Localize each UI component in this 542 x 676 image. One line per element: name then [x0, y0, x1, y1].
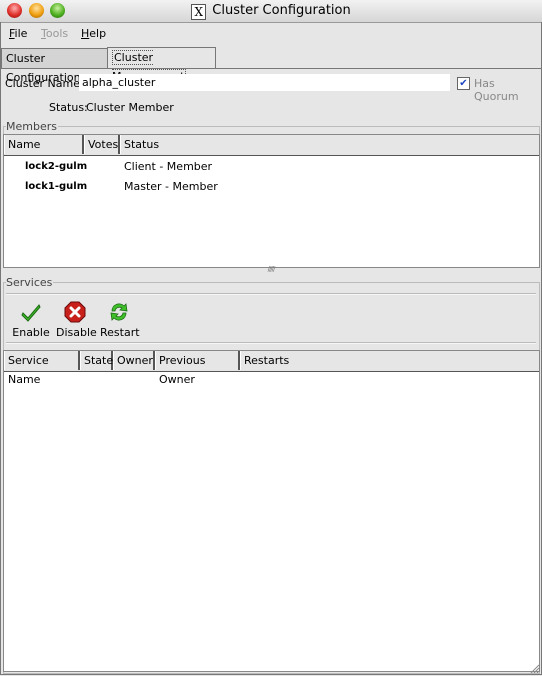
members-table: Name Votes Status lock2-gulm Client - Me…	[3, 134, 540, 268]
title-bar: X Cluster Configuration	[0, 0, 542, 23]
members-table-header: Name Votes Status	[4, 135, 539, 156]
toolbar-top-separator	[6, 293, 536, 295]
resize-grip-icon[interactable]	[528, 662, 540, 674]
column-header-state[interactable]: State	[80, 351, 113, 370]
menu-tools[interactable]: Tools	[41, 27, 68, 40]
services-group-label: Services	[6, 276, 54, 289]
member-name: lock1-gulm	[25, 181, 88, 192]
tab-cluster-configuration[interactable]: Cluster Configuration	[1, 48, 109, 84]
tab-cluster-management[interactable]: Cluster Management	[107, 47, 216, 84]
has-quorum-checkbox[interactable]: ✔	[457, 77, 470, 90]
column-header-owner[interactable]: Owner	[113, 351, 155, 370]
restart-label: Restart	[100, 326, 140, 339]
restart-button[interactable]: Restart	[100, 301, 140, 339]
tab-bar: Cluster Configuration Cluster Management	[0, 46, 542, 84]
menu-bar: File Tools Help	[0, 23, 542, 45]
column-header-previous-owner[interactable]: Previous Owner	[155, 351, 240, 386]
member-status: Client - Member	[124, 160, 213, 173]
cluster-name-label: Cluster Name:	[5, 77, 84, 90]
x11-icon: X	[191, 4, 207, 20]
column-header-service-name[interactable]: Service Name	[4, 351, 80, 386]
check-icon	[21, 304, 41, 322]
services-table: Service Name State Owner Previous Owner …	[3, 350, 540, 672]
status-value: Cluster Member	[86, 101, 174, 114]
menu-help-label: elp	[89, 27, 107, 40]
status-label: Status:	[49, 101, 88, 114]
menu-file-label: ile	[14, 27, 28, 40]
cluster-name-field[interactable]: alpha_cluster	[79, 74, 450, 91]
column-header-restarts[interactable]: Restarts	[240, 351, 539, 370]
window-title: X Cluster Configuration	[0, 3, 542, 20]
member-status: Master - Member	[124, 180, 218, 193]
member-name: lock2-gulm	[25, 161, 88, 172]
column-header-name[interactable]: Name	[4, 135, 84, 154]
disable-label: Disable	[56, 326, 97, 339]
disable-button[interactable]: Disable	[56, 301, 97, 339]
services-table-header: Service Name State Owner Previous Owner …	[4, 351, 539, 386]
column-header-status[interactable]: Status	[120, 135, 539, 154]
enable-label: Enable	[12, 326, 50, 339]
window-title-text: Cluster Configuration	[212, 3, 351, 18]
toolbar-bottom-separator	[6, 342, 536, 344]
enable-button[interactable]: Enable	[12, 301, 50, 339]
menu-help[interactable]: Help	[81, 27, 106, 40]
tab-divider	[0, 68, 542, 69]
has-quorum-label: Has Quorum	[474, 77, 519, 103]
column-header-votes[interactable]: Votes	[84, 135, 120, 154]
split-pane-divider[interactable]: /////	[3, 266, 539, 273]
table-row[interactable]: lock1-gulm Master - Member	[4, 177, 539, 197]
members-group-label: Members	[6, 120, 58, 133]
restart-icon	[110, 303, 128, 321]
table-row[interactable]: lock2-gulm Client - Member	[4, 157, 539, 177]
menu-file[interactable]: File	[9, 27, 27, 40]
stop-icon	[64, 301, 86, 323]
menu-tools-label: ools	[45, 27, 69, 40]
